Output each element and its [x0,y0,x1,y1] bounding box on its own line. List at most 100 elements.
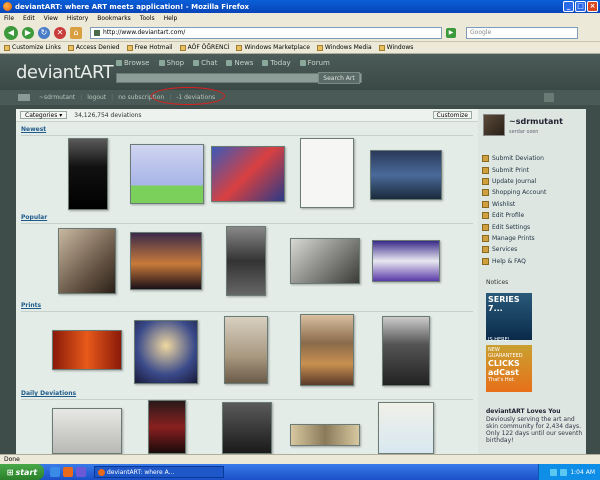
thumbnail[interactable] [58,228,116,294]
thumbnail[interactable] [130,232,202,290]
thumbnail[interactable] [68,138,108,210]
thumbnail[interactable] [52,408,122,454]
menu-edit[interactable]: Edit [23,15,35,22]
menu-bar: File Edit View History Bookmarks Tools H… [0,13,600,24]
bookmark-windows-marketplace[interactable]: Windows Marketplace [236,44,310,51]
bookmark-icon [179,44,186,51]
address-bar[interactable]: http://www.deviantart.com/ [90,26,442,39]
thumbnail[interactable] [382,316,430,386]
thumbnail[interactable] [211,146,285,202]
tray-network-icon[interactable] [550,468,558,476]
maximize-button[interactable]: □ [575,1,586,12]
ad-text: SERIES 7... [488,295,520,313]
print-icon [482,166,489,174]
bookmark-windows[interactable]: Windows [378,44,413,51]
taskbar-item-firefox[interactable]: deviantART: where A... [94,466,224,478]
reload-button[interactable]: ↻ [38,26,50,39]
thumbnail[interactable] [372,240,440,282]
firefox-icon [98,468,105,476]
nav-news[interactable]: News [226,59,253,67]
avatar[interactable] [483,114,505,136]
menu-help[interactable]: Help [164,15,178,22]
thumbnail[interactable] [148,400,186,454]
menu-tools[interactable]: Tools [140,15,155,22]
thumbnail[interactable] [224,316,268,384]
site-logo[interactable]: deviantART [16,62,114,83]
thumbnail[interactable] [290,238,360,284]
nav-shop[interactable]: Shop [158,59,184,67]
sidebar-item-help-faq[interactable]: Help & FAQ [482,256,546,267]
sidebar-item-edit-profile[interactable]: Edit Profile [482,210,546,221]
thumbnail[interactable] [378,402,434,454]
sidebar-username[interactable]: ~sdrmutant [509,117,563,126]
search-placeholder: Google [470,29,492,36]
firefox-quicklaunch-icon[interactable] [63,467,73,477]
forward-button[interactable]: ▶ [22,26,34,39]
sidebar-item-services[interactable]: Services [482,244,546,255]
expand-toggle[interactable] [544,93,554,102]
media-icon[interactable] [76,467,86,477]
thumbnail[interactable] [222,402,272,454]
bookmark-windows-media[interactable]: Windows Media [316,44,372,51]
start-button[interactable]: ⊞ start [0,464,44,480]
section-title-daily-deviations[interactable]: Daily Deviations [21,390,76,397]
menu-bookmarks[interactable]: Bookmarks [97,15,131,22]
back-button[interactable]: ◀ [4,25,18,40]
nav-browse[interactable]: Browse [116,59,150,67]
bookmark-free-hotmail[interactable]: Free Hotmail [126,44,173,51]
bookmark-aof-ogrenci[interactable]: AÖF ÖĞRENCİ [179,44,229,51]
sidebar-item-shopping-account[interactable]: Shopping Account [482,187,546,198]
logout-link[interactable]: logout [82,94,111,101]
thumbnail[interactable] [300,138,354,208]
subbar-username[interactable]: ~sdrmutant [34,94,80,101]
sidebar-item-edit-settings[interactable]: Edit Settings [482,221,546,232]
nav-today[interactable]: Today [262,59,291,67]
thumbnail[interactable] [130,144,204,204]
shop-icon [158,60,165,66]
status-bar: Done [0,454,600,464]
nav-chat[interactable]: Chat [193,59,217,67]
thumbnail[interactable] [290,424,360,446]
browse-icon [116,60,122,66]
menu-history[interactable]: History [67,15,88,22]
sidebar-item-wishlist[interactable]: Wishlist [482,199,546,210]
minimize-button[interactable]: _ [563,1,574,12]
thumbnail[interactable] [370,150,442,200]
search-input[interactable]: Google [466,26,578,39]
section-title-newest[interactable]: Newest [21,126,46,133]
section-title-popular[interactable]: Popular [21,214,47,221]
tray-volume-icon[interactable] [560,468,568,476]
sidebar-item-manage-prints[interactable]: Manage Prints [482,233,546,244]
nav-forum[interactable]: Forum [299,59,330,67]
home-button[interactable]: ⌂ [70,26,82,39]
bookmark-customize-links[interactable]: Customize Links [4,44,61,51]
thumbnail[interactable] [226,226,266,296]
window-title: deviantART: where ART meets application!… [15,2,250,11]
categories-dropdown[interactable]: Categories ▾ [20,111,68,119]
stop-button[interactable]: ✕ [54,26,66,39]
ie-icon[interactable] [50,467,60,477]
close-button[interactable]: × [587,1,598,12]
ad-banner-series7[interactable]: SERIES 7... IS HERE! [486,293,532,343]
menu-file[interactable]: File [4,15,14,22]
bookmark-access-denied[interactable]: Access Denied [67,44,120,51]
go-button[interactable]: ▶ [446,27,456,38]
section-divider [21,399,473,400]
ad-text: That's Hot. [488,377,516,383]
user-sidebar: ~sdrmutant serdar ozen Submit Deviation … [478,109,586,454]
cart-icon [482,189,489,197]
ad-banner-adcast[interactable]: NEW GUARANTEED CLICKS adCast That's Hot. [486,345,532,392]
customize-button[interactable]: Customize [432,111,472,119]
thumbnail[interactable] [52,330,122,370]
section-title-prints[interactable]: Prints [21,302,41,309]
thumbnail[interactable] [300,314,354,386]
sidebar-item-label: Submit Print [492,166,529,174]
sidebar-item-update-journal[interactable]: Update Journal [482,176,546,187]
menu-view[interactable]: View [44,15,58,22]
thumbnail[interactable] [134,320,198,384]
sidebar-item-label: Shopping Account [492,189,547,197]
site-nav: Browse Shop Chat News Today Forum [116,59,330,67]
search-art-button[interactable]: Search Art [318,72,360,84]
sidebar-item-submit-deviation[interactable]: Submit Deviation [482,153,546,164]
sidebar-item-submit-print[interactable]: Submit Print [482,164,546,175]
